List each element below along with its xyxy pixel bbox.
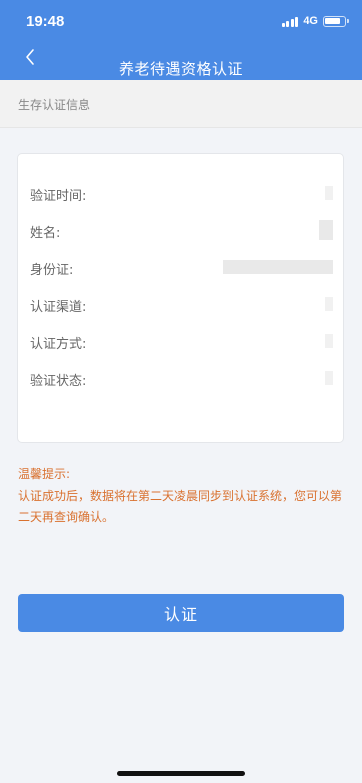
info-row-method: 认证方式: <box>18 329 345 353</box>
info-row-label: 身份证: <box>30 263 74 278</box>
network-type: 4G <box>303 15 318 27</box>
redacted-value <box>325 297 333 311</box>
redacted-value <box>223 260 333 274</box>
page-title: 养老待遇资格认证 <box>118 60 243 78</box>
screen: 19:48 4G 养老待遇资格认证 生存认证信息 验证时间: 姓名: 身份证: … <box>0 0 362 783</box>
header: 19:48 4G 养老待遇资格认证 <box>0 0 362 80</box>
info-row-label: 认证渠道: <box>30 300 87 315</box>
info-row-label: 姓名: <box>30 226 61 241</box>
info-row-id-card: 身份证: <box>18 255 345 279</box>
info-row-value <box>325 185 333 201</box>
tips-body: 认证成功后，数据将在第二天凌晨同步到认证系统，您可以第二天再查询确认。 <box>18 489 343 524</box>
signal-icon <box>281 16 299 27</box>
status-time: 19:48 <box>26 13 65 30</box>
redacted-value <box>325 334 333 348</box>
info-row-channel: 认证渠道: <box>18 292 345 316</box>
info-row-name: 姓名: <box>18 218 345 242</box>
redacted-value <box>325 371 333 385</box>
status-indicators: 4G <box>281 14 349 28</box>
info-row-status: 验证状态: <box>18 366 345 390</box>
tips-title: 温馨提示: <box>18 467 71 481</box>
info-row-label: 验证状态: <box>30 374 87 389</box>
info-row-value <box>325 333 333 349</box>
info-row-value <box>319 220 333 240</box>
info-row-value <box>325 370 333 386</box>
info-row-label: 验证时间: <box>30 189 87 204</box>
info-row-verify-time: 验证时间: <box>18 181 345 205</box>
info-row-value <box>325 296 333 312</box>
home-indicator[interactable] <box>117 771 245 776</box>
battery-icon <box>323 15 349 27</box>
redacted-value <box>325 186 333 200</box>
section-label: 生存认证信息 <box>18 98 91 112</box>
info-row-value <box>223 259 333 275</box>
redacted-value <box>319 220 333 240</box>
info-card: 验证时间: 姓名: 身份证: 认证渠道: 认证方式: 验证状态: <box>17 153 344 443</box>
section-header: 生存认证信息 <box>0 80 362 128</box>
confirm-button[interactable]: 认证 <box>18 594 344 632</box>
info-row-label: 认证方式: <box>30 337 87 352</box>
